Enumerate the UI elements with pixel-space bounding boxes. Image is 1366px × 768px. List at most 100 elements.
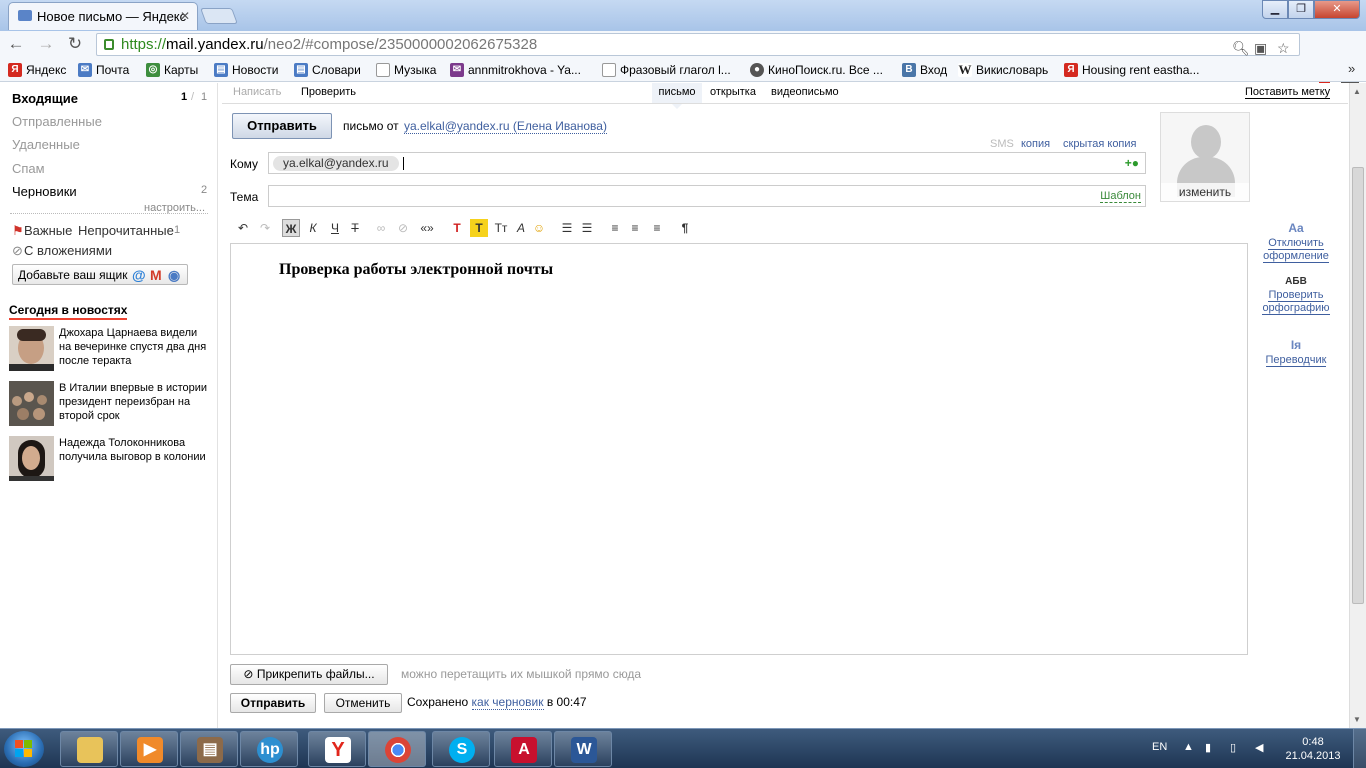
bookmark-item[interactable]: ◎ Карты bbox=[146, 62, 198, 78]
clock[interactable]: 0:48 21.04.2013 bbox=[1280, 735, 1346, 763]
text-color-icon[interactable]: T bbox=[448, 219, 466, 237]
taskbar-explorer[interactable] bbox=[60, 731, 118, 767]
bookmark-item[interactable]: ● КиноПоиск.ru. Все ... bbox=[750, 62, 883, 78]
tab-write[interactable]: Написать bbox=[233, 86, 281, 98]
taskbar-skype[interactable]: S bbox=[432, 731, 490, 767]
taskbar-acrobat[interactable]: A bbox=[494, 731, 552, 767]
avatar[interactable]: изменить bbox=[1160, 112, 1250, 202]
folder-drafts[interactable]: Черновики bbox=[12, 184, 77, 199]
bcc-link[interactable]: скрытая копия bbox=[1063, 138, 1137, 150]
smiley-icon[interactable]: ☺ bbox=[530, 219, 548, 237]
bookmark-item[interactable]: ▤ Новости bbox=[214, 62, 278, 78]
numbered-list-icon[interactable]: ☰ bbox=[578, 219, 596, 237]
spellcheck-tool[interactable]: АБВ Проверить орфографию bbox=[1256, 276, 1336, 315]
underline-icon[interactable]: Ч bbox=[326, 219, 344, 237]
page-scrollbar[interactable]: ▲ ▼ bbox=[1349, 83, 1366, 728]
folder-inbox[interactable]: Входящие bbox=[12, 91, 78, 106]
add-mailbox-button[interactable]: Добавьте ваш ящик @ M ◉ bbox=[12, 264, 188, 285]
bookmark-item[interactable]: ✉ annmitrokhova - Ya... bbox=[450, 62, 581, 78]
send-button-bottom[interactable]: Отправить bbox=[230, 693, 316, 713]
bold-icon[interactable]: Ж bbox=[282, 219, 300, 237]
align-left-icon[interactable]: ≡ bbox=[606, 219, 624, 237]
redo-icon[interactable]: ↷ bbox=[256, 219, 274, 237]
bullet-list-icon[interactable]: ☰ bbox=[558, 219, 576, 237]
minimize-button[interactable]: ▁ bbox=[1262, 0, 1288, 19]
strikethrough-icon[interactable]: Т bbox=[346, 219, 364, 237]
taskbar-app[interactable]: ▤ bbox=[180, 731, 238, 767]
taskbar-word[interactable]: W bbox=[554, 731, 612, 767]
bookmark-item[interactable]: Я Яндекс bbox=[8, 62, 66, 78]
tab-videoletter[interactable]: видеописьмо bbox=[771, 86, 839, 98]
bookmark-item[interactable]: B Вход bbox=[902, 62, 947, 78]
bookmark-item[interactable]: W Викисловарь bbox=[958, 62, 1048, 78]
star-bookmark-icon[interactable]: ☆ bbox=[1277, 38, 1290, 59]
set-label-link[interactable]: Поставить метку bbox=[1245, 86, 1331, 99]
from-address-link[interactable]: ya.elkal@yandex.ru (Елена Иванова) bbox=[404, 119, 607, 134]
bookmark-item[interactable]: Фразовый глагол l... bbox=[602, 62, 731, 78]
filter-unread[interactable]: Непрочитанные bbox=[78, 223, 174, 238]
bookmark-item[interactable]: Я Housing rent eastha... bbox=[1064, 62, 1199, 78]
taskbar-hp[interactable]: hp bbox=[240, 731, 298, 767]
address-bar[interactable]: https://mail.yandex.ru/neo2/#compose/235… bbox=[96, 33, 1300, 56]
align-center-icon[interactable]: ≡ bbox=[626, 219, 644, 237]
volume-icon[interactable]: ◀ bbox=[1255, 741, 1263, 754]
news-title[interactable]: Сегодня в новостях bbox=[9, 303, 128, 320]
disable-formatting-tool[interactable]: Aa Отключить оформление bbox=[1256, 221, 1336, 263]
scroll-down-icon[interactable]: ▼ bbox=[1353, 715, 1361, 724]
message-body-editor[interactable]: Проверка работы электронной почты bbox=[230, 243, 1248, 655]
taskbar-chrome[interactable] bbox=[368, 731, 426, 767]
quote-icon[interactable]: «» bbox=[418, 219, 436, 237]
cc-link[interactable]: копия bbox=[1021, 138, 1050, 150]
tab-check[interactable]: Проверить bbox=[301, 86, 356, 98]
folder-sent[interactable]: Отправленные bbox=[12, 114, 102, 129]
tab-close-icon[interactable]: ✕ bbox=[180, 9, 190, 23]
show-desktop-button[interactable] bbox=[1353, 729, 1366, 768]
font-size-icon[interactable]: Tт bbox=[492, 219, 510, 237]
clear-format-icon[interactable]: ¶ bbox=[676, 219, 694, 237]
scroll-up-icon[interactable]: ▲ bbox=[1353, 87, 1361, 96]
folder-spam[interactable]: Спам bbox=[12, 161, 45, 176]
bookmark-item[interactable]: ✉ Почта bbox=[78, 62, 129, 78]
unlink-icon[interactable]: ⊘ bbox=[394, 219, 412, 237]
attach-files-button[interactable]: ⊘ Прикрепить файлы... bbox=[230, 664, 388, 685]
tray-expand-icon[interactable]: ▲ bbox=[1183, 741, 1194, 753]
template-link[interactable]: Шаблон bbox=[1100, 190, 1141, 203]
cancel-button[interactable]: Отменить bbox=[324, 693, 402, 713]
draft-link[interactable]: как черновик bbox=[471, 695, 544, 710]
align-right-icon[interactable]: ≡ bbox=[648, 219, 666, 237]
bookmark-item[interactable]: Музыка bbox=[376, 62, 436, 78]
folder-deleted[interactable]: Удаленные bbox=[12, 137, 80, 152]
battery-icon[interactable]: ▯ bbox=[1230, 741, 1236, 754]
taskbar-media-player[interactable]: ▶ bbox=[120, 731, 178, 767]
subject-input[interactable]: Шаблон bbox=[268, 185, 1146, 207]
filter-important[interactable]: Важные bbox=[24, 223, 72, 238]
font-family-icon[interactable]: A bbox=[512, 219, 530, 237]
send-button[interactable]: Отправить bbox=[232, 113, 332, 139]
recipient-chip[interactable]: ya.elkal@yandex.ru bbox=[273, 156, 399, 171]
close-window-button[interactable]: ✕ bbox=[1314, 0, 1360, 19]
filter-attachments[interactable]: С вложениями bbox=[24, 243, 112, 258]
highlight-color-icon[interactable]: T bbox=[470, 219, 488, 237]
reload-icon[interactable]: ↻ bbox=[64, 34, 86, 54]
translator-tool[interactable]: Iя Переводчик bbox=[1256, 338, 1336, 367]
taskbar-yandex-browser[interactable]: Y bbox=[308, 731, 366, 767]
sms-link[interactable]: SMS bbox=[990, 138, 1014, 150]
scroll-thumb[interactable] bbox=[1352, 167, 1364, 604]
back-arrow-icon[interactable]: ← bbox=[5, 34, 27, 54]
network-icon[interactable]: ▮ bbox=[1205, 741, 1211, 754]
language-indicator[interactable]: EN bbox=[1152, 741, 1167, 753]
bookmark-item[interactable]: ▤ Словари bbox=[294, 62, 361, 78]
add-contact-icon[interactable]: +● bbox=[1125, 156, 1139, 170]
tab-letter[interactable]: письмо bbox=[652, 83, 702, 109]
start-button[interactable] bbox=[4, 731, 44, 767]
tab-postcard[interactable]: открытка bbox=[710, 86, 756, 98]
undo-icon[interactable]: ↶ bbox=[234, 219, 252, 237]
new-tab-button[interactable] bbox=[200, 8, 238, 24]
search-zoom-icon[interactable]: 🔍︎ bbox=[1232, 38, 1250, 59]
italic-icon[interactable]: К bbox=[304, 219, 322, 237]
avatar-change-link[interactable]: изменить bbox=[1161, 183, 1249, 201]
to-input[interactable]: ya.elkal@yandex.ru +● bbox=[268, 152, 1146, 174]
maximize-button[interactable]: ❐ bbox=[1288, 0, 1314, 19]
forward-arrow-icon[interactable]: → bbox=[35, 34, 57, 54]
link-icon[interactable]: ∞ bbox=[372, 219, 390, 237]
